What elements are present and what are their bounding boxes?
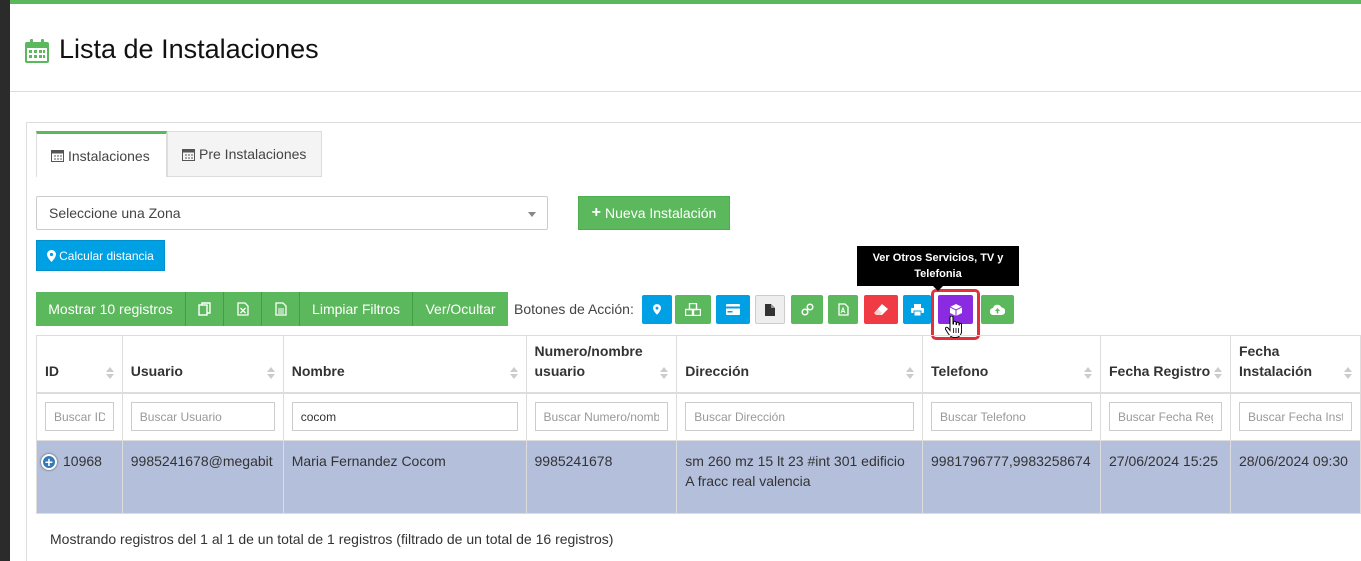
column-header-id[interactable]: ID bbox=[36, 335, 123, 394]
filter-nombre-input[interactable] bbox=[291, 402, 518, 432]
calendar-icon bbox=[51, 150, 64, 162]
main-panel: Instalaciones Pre Instalaciones Seleccio… bbox=[26, 122, 1361, 561]
calendar-icon bbox=[25, 39, 49, 63]
column-header-numero[interactable]: Numero/nombre usuario bbox=[525, 335, 678, 394]
cloud-upload-icon bbox=[990, 304, 1005, 315]
map-marker-icon bbox=[47, 249, 57, 262]
credit-card-icon bbox=[726, 304, 740, 315]
sort-icon bbox=[266, 366, 275, 379]
expand-row-icon[interactable]: + bbox=[41, 454, 57, 471]
csv-button[interactable] bbox=[262, 292, 300, 326]
sort-icon bbox=[1084, 366, 1092, 379]
new-installation-label: Nueva Instalación bbox=[605, 205, 717, 221]
cubes-icon bbox=[685, 303, 701, 316]
link-button[interactable] bbox=[791, 295, 823, 324]
filter-fecha-instalacion-input[interactable] bbox=[1238, 402, 1352, 432]
table-header-row: ID Usuario Nombre Numero/nombre usuario … bbox=[36, 335, 1361, 394]
clear-filters-button[interactable]: Limpiar Filtros bbox=[300, 292, 413, 326]
cell-usuario: 9985241678@megabit bbox=[121, 440, 284, 514]
installations-table: ID Usuario Nombre Numero/nombre usuario … bbox=[36, 335, 1361, 514]
sort-icon bbox=[1213, 366, 1222, 379]
column-header-fecha-instalacion[interactable]: Fecha Instalación bbox=[1229, 335, 1361, 394]
cell-fecha-registro: 27/06/2024 15:25 bbox=[1100, 440, 1231, 514]
page-content: Lista de Instalaciones Instalaciones Pre… bbox=[10, 0, 1361, 561]
pdf-button[interactable] bbox=[828, 295, 858, 324]
table-tools-button-group: Mostrar 10 registros Limpiar Filtros Ver… bbox=[36, 292, 508, 326]
table-row[interactable]: +10968 9985241678@megabit Maria Fernande… bbox=[36, 440, 1361, 514]
column-header-usuario[interactable]: Usuario bbox=[121, 335, 284, 394]
cell-nombre: Maria Fernandez Cocom bbox=[282, 440, 527, 514]
tab-label: Pre Instalaciones bbox=[199, 146, 307, 162]
column-header-fecha-registro[interactable]: Fecha Registro bbox=[1100, 335, 1231, 394]
column-header-nombre[interactable]: Nombre bbox=[282, 335, 527, 394]
filter-numero-input[interactable] bbox=[534, 402, 669, 432]
filter-id-input[interactable] bbox=[45, 402, 114, 432]
excel-file-icon bbox=[236, 302, 249, 316]
plus-icon: + bbox=[591, 204, 602, 221]
filter-usuario-input[interactable] bbox=[130, 402, 275, 432]
eraser-icon bbox=[874, 304, 888, 315]
filter-fecha-registro-input[interactable] bbox=[1109, 402, 1222, 432]
filter-direccion-input[interactable] bbox=[685, 402, 915, 432]
cell-direccion: sm 260 mz 15 lt 23 #int 301 edificio A f… bbox=[676, 440, 924, 514]
filter-telefono-input[interactable] bbox=[931, 402, 1092, 432]
copy-icon bbox=[197, 302, 211, 316]
erase-button[interactable] bbox=[864, 295, 898, 324]
page-title: Lista de Instalaciones bbox=[59, 34, 319, 64]
tooltip: Ver Otros Servicios, TV y Telefonia bbox=[857, 246, 1019, 291]
filter-row bbox=[36, 392, 1361, 441]
tab-pre-instalaciones[interactable]: Pre Instalaciones bbox=[167, 131, 322, 177]
column-header-direccion[interactable]: Dirección bbox=[676, 335, 924, 394]
table-info: Mostrando registros del 1 al 1 de un tot… bbox=[50, 531, 614, 547]
sort-icon bbox=[105, 366, 114, 379]
action-buttons-label: Botones de Acción: bbox=[514, 301, 634, 317]
link-icon bbox=[800, 303, 814, 316]
show-records-button[interactable]: Mostrar 10 registros bbox=[36, 292, 186, 326]
new-installation-button[interactable]: + Nueva Instalación bbox=[578, 196, 730, 230]
column-header-telefono[interactable]: Telefono bbox=[922, 335, 1101, 394]
file-text-icon bbox=[274, 302, 287, 316]
tab-label: Instalaciones bbox=[68, 147, 150, 164]
tab-instalaciones[interactable]: Instalaciones bbox=[36, 131, 167, 177]
sort-icon bbox=[906, 366, 915, 379]
page-header: Lista de Instalaciones bbox=[10, 8, 1361, 92]
zone-select-value: Seleccione una Zona bbox=[49, 205, 181, 221]
upload-button[interactable] bbox=[981, 295, 1014, 324]
calculate-distance-button[interactable]: Calcular distancia bbox=[36, 240, 165, 271]
file-icon bbox=[765, 303, 775, 316]
location-button[interactable] bbox=[642, 295, 672, 324]
map-marker-icon bbox=[653, 304, 661, 315]
cell-telefono: 9981796777,9983258674 bbox=[922, 440, 1101, 514]
show-hide-columns-button[interactable]: Ver/Ocultar bbox=[413, 292, 508, 326]
calculate-distance-label: Calcular distancia bbox=[59, 248, 154, 263]
payment-button[interactable] bbox=[716, 295, 750, 324]
zone-select[interactable]: Seleccione una Zona bbox=[36, 196, 548, 230]
caret-down-icon bbox=[528, 212, 536, 217]
excel-button[interactable] bbox=[224, 292, 262, 326]
cell-fecha-instalacion: 28/06/2024 09:30 bbox=[1229, 440, 1361, 514]
equipment-button[interactable] bbox=[675, 295, 711, 324]
calendar-icon bbox=[182, 148, 195, 161]
print-icon bbox=[910, 303, 924, 316]
sort-icon bbox=[509, 366, 518, 379]
copy-button[interactable] bbox=[186, 292, 224, 326]
document-button[interactable] bbox=[755, 295, 785, 324]
pdf-file-icon bbox=[837, 303, 849, 316]
cell-id: 10968 bbox=[63, 453, 102, 469]
print-button[interactable] bbox=[903, 295, 931, 324]
sort-icon bbox=[660, 366, 669, 379]
sort-icon bbox=[1344, 366, 1352, 379]
cell-numero: 9985241678 bbox=[525, 440, 678, 514]
